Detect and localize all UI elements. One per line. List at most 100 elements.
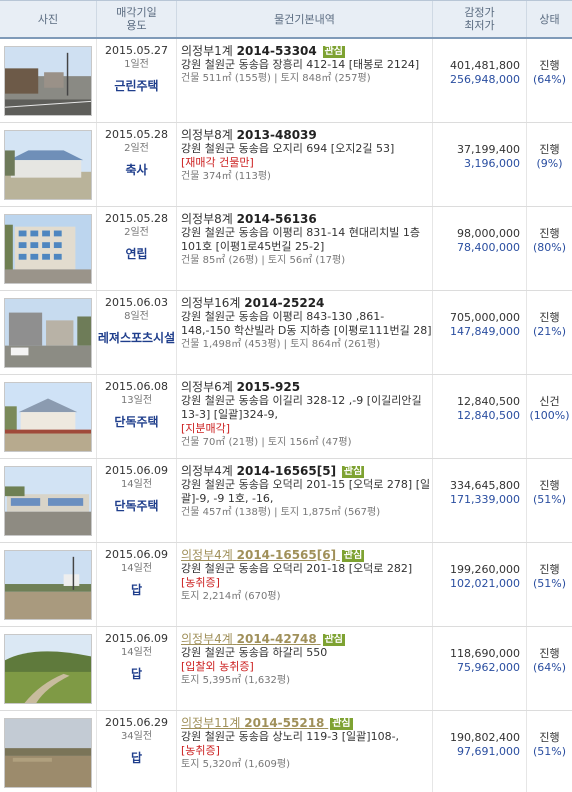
property-photo[interactable] <box>4 381 92 452</box>
case-number[interactable]: 2014-55218 <box>244 716 324 730</box>
case-number[interactable]: 2013-48039 <box>237 128 317 142</box>
table-row[interactable]: 2015.06.03 8일전 레져스포츠시설 의정부16계 2014-25224… <box>0 291 572 375</box>
property-use: 단독주택 <box>114 415 159 429</box>
address: 강원 철원군 동송읍 이길리 328-12 ,-9 [이길리안길 13-3] [… <box>181 394 422 421</box>
property-use: 답 <box>130 583 143 597</box>
case-number[interactable]: 2014-16565[6] <box>237 548 336 562</box>
date-use-cell: 2015.06.03 8일전 레져스포츠시설 <box>97 291 177 374</box>
days-ago: 8일전 <box>124 311 149 322</box>
sale-date: 2015.06.09 <box>105 548 168 561</box>
case-link[interactable]: 의정부8계 2014-56136 <box>181 212 432 226</box>
case-number[interactable]: 2014-25224 <box>244 296 324 310</box>
table-row[interactable]: 2015.06.09 14일전 단독주택 의정부4계 2014-16565[5]… <box>0 459 572 543</box>
property-photo[interactable] <box>4 633 92 704</box>
court-name: 의정부1계 <box>181 44 233 58</box>
case-link[interactable]: 의정부4계 2014-16565[6] 관심 <box>181 548 432 562</box>
days-ago: 13일전 <box>120 395 153 406</box>
table-row[interactable]: 2015.06.09 14일전 답 의정부4계 2014-42748 관심 강원… <box>0 627 572 711</box>
case-number[interactable]: 2014-56136 <box>237 212 317 226</box>
case-link[interactable]: 의정부6계 2015-925 <box>181 380 432 394</box>
sale-date: 2015.06.29 <box>105 716 168 729</box>
case-number[interactable]: 2014-53304 <box>237 44 317 58</box>
status-cell: 진행 (64%) <box>527 627 572 710</box>
property-photo[interactable] <box>4 465 92 536</box>
property-use: 답 <box>130 667 143 681</box>
table-row[interactable]: 2015.05.28 2일전 연립 의정부8계 2014-56136 강원 철원… <box>0 207 572 291</box>
info-cell: 의정부16계 2014-25224 강원 철원군 동송읍 이평리 843-130… <box>177 291 433 374</box>
interest-badge[interactable]: 관심 <box>322 46 345 58</box>
property-use: 연립 <box>125 247 148 261</box>
photo-cell <box>0 459 97 542</box>
minimum-rate: (100%) <box>529 409 570 422</box>
info-cell: 의정부4계 2014-16565[5] 관심 강원 철원군 동송읍 오덕리 20… <box>177 459 433 542</box>
address: 강원 철원군 동송읍 하갈리 550 <box>181 646 328 659</box>
minimum-price: 12,840,500 <box>457 409 520 422</box>
property-photo[interactable] <box>4 213 92 284</box>
interest-badge[interactable]: 관심 <box>322 634 345 646</box>
property-photo[interactable] <box>4 549 92 620</box>
case-link[interactable]: 의정부11계 2014-55218 관심 <box>181 716 432 730</box>
status-cell: 진행 (9%) <box>527 123 572 206</box>
header-minimum-label: 최저가 <box>464 19 495 32</box>
date-use-cell: 2015.06.29 34일전 답 <box>97 711 177 792</box>
table-row[interactable]: 2015.05.28 2일전 축사 의정부8계 2013-48039 강원 철원… <box>0 123 572 207</box>
table-row[interactable]: 2015.05.27 1일전 근린주택 의정부1계 2014-53304 관심 … <box>0 39 572 123</box>
minimum-price: 256,948,000 <box>450 73 520 86</box>
price-cell: 705,000,000 147,849,000 <box>433 291 527 374</box>
date-use-cell: 2015.05.28 2일전 축사 <box>97 123 177 206</box>
date-use-cell: 2015.06.09 14일전 단독주택 <box>97 459 177 542</box>
minimum-rate: (21%) <box>532 325 567 338</box>
date-use-cell: 2015.05.27 1일전 근린주택 <box>97 39 177 122</box>
status-label: 진행 <box>539 731 560 744</box>
property-use: 단독주택 <box>114 499 159 513</box>
price-cell: 118,690,000 75,962,000 <box>433 627 527 710</box>
appraisal-price: 37,199,400 <box>457 143 520 156</box>
interest-badge[interactable]: 관심 <box>330 718 353 730</box>
appraisal-price: 705,000,000 <box>450 311 520 324</box>
case-link[interactable]: 의정부1계 2014-53304 관심 <box>181 44 432 58</box>
appraisal-price: 199,260,000 <box>450 563 520 576</box>
case-link[interactable]: 의정부4계 2014-42748 관심 <box>181 632 432 646</box>
special-note: [농취증] <box>181 744 220 757</box>
table-row[interactable]: 2015.06.08 13일전 단독주택 의정부6계 2015-925 강원 철… <box>0 375 572 459</box>
case-link[interactable]: 의정부8계 2013-48039 <box>181 128 432 142</box>
interest-badge[interactable]: 관심 <box>341 466 365 478</box>
header-date-use: 매각기일 용도 <box>97 1 177 37</box>
case-link[interactable]: 의정부16계 2014-25224 <box>181 296 432 310</box>
minimum-rate: (51%) <box>532 577 567 590</box>
area-info: 건물 85㎡ (26평) | 토지 56㎡ (17평) <box>181 255 346 266</box>
price-cell: 199,260,000 102,021,000 <box>433 543 527 626</box>
photo-cell <box>0 375 97 458</box>
table-row[interactable]: 2015.06.09 14일전 답 의정부4계 2014-16565[6] 관심… <box>0 543 572 627</box>
status-cell: 진행 (51%) <box>527 543 572 626</box>
table-row[interactable]: 2015.06.29 34일전 답 의정부11계 2014-55218 관심 강… <box>0 711 572 792</box>
court-name: 의정부4계 <box>181 548 233 562</box>
property-photo[interactable] <box>4 129 92 200</box>
days-ago: 2일전 <box>124 227 149 238</box>
minimum-rate: (51%) <box>532 745 567 758</box>
photo-cell <box>0 39 97 122</box>
minimum-price: 3,196,000 <box>464 157 520 170</box>
court-name: 의정부11계 <box>181 716 241 730</box>
property-photo[interactable] <box>4 717 92 788</box>
interest-badge[interactable]: 관심 <box>341 550 365 562</box>
case-number[interactable]: 2014-16565[5] <box>237 464 336 478</box>
days-ago: 34일전 <box>120 731 153 742</box>
case-number[interactable]: 2014-42748 <box>237 632 317 646</box>
address: 강원 철원군 동송읍 이평리 843-130 ,861-148,-150 학산빌… <box>181 310 432 337</box>
property-photo[interactable] <box>4 45 92 116</box>
address: 강원 철원군 동송읍 오지리 694 [오지2길 53] <box>181 142 395 155</box>
status-label: 진행 <box>539 143 560 156</box>
appraisal-price: 401,481,800 <box>450 59 520 72</box>
minimum-rate: (80%) <box>532 241 567 254</box>
date-use-cell: 2015.06.09 14일전 답 <box>97 543 177 626</box>
property-photo[interactable] <box>4 297 92 368</box>
address: 강원 철원군 동송읍 장흥리 412-14 [태봉로 2124] <box>181 58 420 71</box>
sale-date: 2015.06.09 <box>105 632 168 645</box>
days-ago: 14일전 <box>120 479 153 490</box>
price-cell: 334,645,800 171,339,000 <box>433 459 527 542</box>
minimum-rate: (64%) <box>532 661 567 674</box>
status-label: 진행 <box>539 479 560 492</box>
case-number[interactable]: 2015-925 <box>237 380 300 394</box>
case-link[interactable]: 의정부4계 2014-16565[5] 관심 <box>181 464 432 478</box>
